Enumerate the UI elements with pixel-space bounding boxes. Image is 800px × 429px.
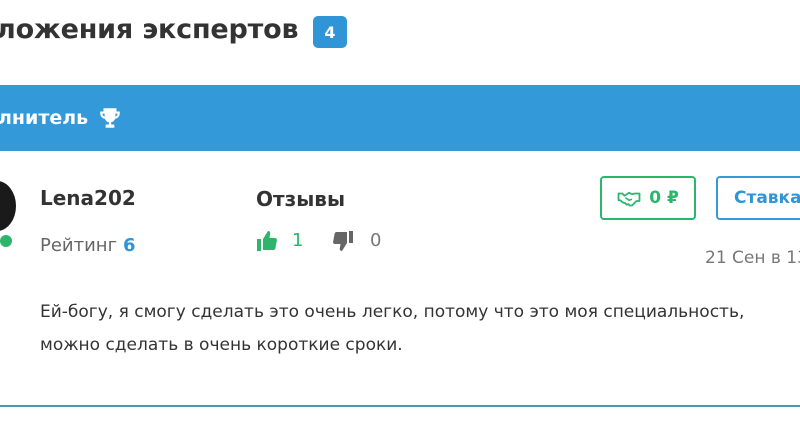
message-line: можно сделать в очень короткие сроки. [40,335,403,355]
handshake-icon [617,191,641,207]
likes-count: 1 [292,230,304,251]
thumbs-down-icon [333,231,353,251]
trophy-icon [100,108,120,128]
price-button[interactable]: 0 ₽ [600,176,696,220]
offers-count-badge: 4 [313,16,347,48]
username-link[interactable]: Lena202 [40,186,136,210]
rating: Рейтинг 6 [40,235,136,256]
section-title: ложения экспертов [0,14,299,45]
avatar[interactable] [0,181,16,231]
thumbs-up-icon [257,231,277,251]
reviews-label: Отзывы [256,187,346,211]
page: ложения экспертов 4 лнитель Lena202 Рейт… [0,0,800,429]
message-line: Ей-богу, я смогу сделать это очень легко… [40,302,745,322]
performer-banner: лнитель [0,85,800,151]
rating-value: 6 [123,235,136,256]
offer-message: Ей-богу, я смогу сделать это очень легко… [40,296,800,362]
price-value: 0 ₽ [649,188,679,208]
offer-date: 21 Сен в 13 [705,248,800,268]
online-status-indicator [0,235,12,247]
rating-label: Рейтинг [40,235,118,256]
divider [0,405,800,407]
dislikes-count: 0 [370,230,382,251]
bid-button[interactable]: Ставка [716,176,800,220]
banner-label: лнитель [0,107,89,129]
